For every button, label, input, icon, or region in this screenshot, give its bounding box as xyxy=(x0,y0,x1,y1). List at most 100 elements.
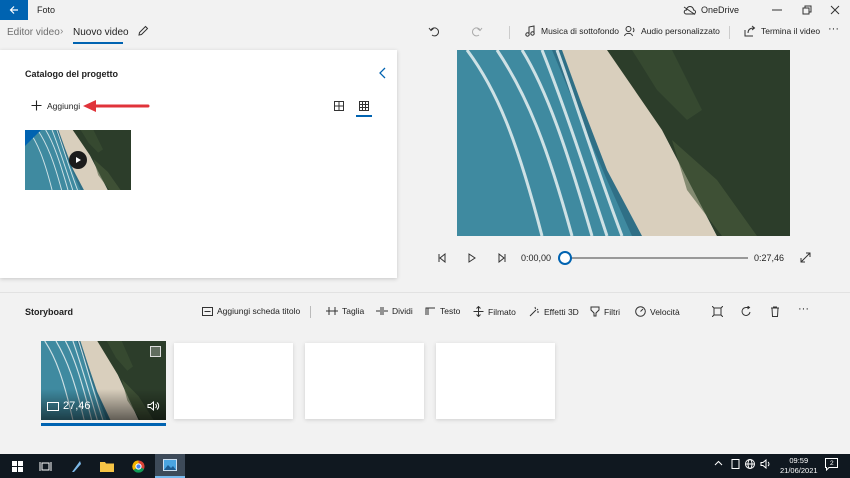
add-media-label: Aggiungi xyxy=(47,100,81,111)
video-preview[interactable] xyxy=(457,50,790,236)
taskbar: 09:59 21/06/2021 2 xyxy=(0,454,850,478)
clip-selected-indicator xyxy=(41,423,166,426)
filters-label: Filtri xyxy=(604,306,621,317)
more-options-button[interactable]: ··· xyxy=(828,23,839,35)
player-controls: 0:00,00 0:27,46 xyxy=(430,248,820,268)
motion-icon xyxy=(473,306,484,317)
expand-icon xyxy=(800,252,811,263)
fullscreen-button[interactable] xyxy=(800,252,811,265)
grid-large-icon xyxy=(334,101,344,111)
previous-frame-button[interactable] xyxy=(437,252,447,265)
folder-icon xyxy=(100,461,114,472)
play-button[interactable] xyxy=(467,253,477,265)
storyboard-clip[interactable]: 27,46 xyxy=(41,341,166,420)
clip-select-checkbox[interactable] xyxy=(150,346,161,357)
delete-button[interactable] xyxy=(770,306,780,317)
title-card-icon xyxy=(202,306,213,316)
background-music-button[interactable]: Musica di sottofondo xyxy=(524,25,619,37)
seek-bar[interactable] xyxy=(565,257,748,259)
small-grid-view-button[interactable] xyxy=(359,101,369,113)
sparkle-icon xyxy=(529,306,539,317)
custom-audio-button[interactable]: Audio personalizzato xyxy=(624,25,720,37)
person-audio-icon xyxy=(624,26,635,37)
taskbar-app-notes[interactable] xyxy=(61,456,91,476)
clip-duration: 27,46 xyxy=(47,400,91,412)
clip-volume-button[interactable] xyxy=(147,400,160,414)
tray-network-globe-icon[interactable] xyxy=(745,459,755,471)
redo-button[interactable] xyxy=(471,25,483,37)
large-grid-view-button[interactable] xyxy=(334,101,344,113)
play-icon xyxy=(468,253,476,263)
split-icon xyxy=(376,307,388,315)
3d-effects-label: Effetti 3D xyxy=(544,306,579,317)
3d-effects-button[interactable]: Effetti 3D xyxy=(529,306,579,317)
breadcrumb-video-editor[interactable]: Editor video xyxy=(7,27,60,38)
split-label: Dividi xyxy=(392,306,413,316)
cloud-off-icon xyxy=(683,5,696,15)
speed-button[interactable]: Velocità xyxy=(635,306,680,317)
close-button[interactable] xyxy=(820,0,850,20)
taskbar-file-explorer[interactable] xyxy=(92,456,122,476)
restore-button[interactable] xyxy=(792,0,822,20)
text-label: Testo xyxy=(440,306,461,316)
step-forward-icon xyxy=(498,252,506,264)
resize-button[interactable] xyxy=(712,306,723,317)
task-view-button[interactable] xyxy=(30,456,60,476)
breadcrumb-current-project[interactable]: Nuovo video xyxy=(73,27,129,38)
add-media-button[interactable]: Aggiungi xyxy=(31,100,80,111)
app-title: Foto xyxy=(37,5,56,15)
motion-label: Filmato xyxy=(488,306,516,317)
task-view-icon xyxy=(39,461,51,471)
redo-icon xyxy=(472,27,483,37)
storyboard-more-button[interactable]: ··· xyxy=(798,303,809,315)
taskbar-chrome[interactable] xyxy=(123,456,153,476)
active-view-indicator xyxy=(356,115,372,117)
text-button[interactable]: Testo xyxy=(425,306,460,316)
onedrive-status[interactable]: OneDrive xyxy=(683,5,739,15)
finish-video-label: Termina il video xyxy=(761,26,821,36)
tray-clock[interactable]: 09:59 21/06/2021 xyxy=(780,456,818,476)
tray-device-icon[interactable] xyxy=(731,459,740,471)
tray-volume-icon[interactable] xyxy=(760,458,771,471)
action-center-button[interactable]: 2 xyxy=(825,458,838,473)
video-frame-icon xyxy=(47,401,59,411)
close-icon xyxy=(830,5,840,15)
total-time: 0:27,46 xyxy=(754,253,785,263)
tray-chevron-up-icon[interactable] xyxy=(714,459,723,470)
chevron-left-icon xyxy=(379,67,386,79)
red-arrow-annotation xyxy=(83,100,150,112)
minimize-button[interactable] xyxy=(762,0,792,20)
back-arrow-icon xyxy=(9,6,18,14)
undo-button[interactable] xyxy=(428,25,440,37)
storyboard-title: Storyboard xyxy=(25,307,74,317)
collapse-library-button[interactable] xyxy=(378,67,388,81)
seek-thumb[interactable] xyxy=(558,251,572,265)
start-button[interactable] xyxy=(2,456,32,476)
finish-video-button[interactable]: Termina il video xyxy=(744,25,820,37)
export-icon xyxy=(744,25,756,37)
back-button[interactable] xyxy=(0,0,28,20)
split-button[interactable]: Dividi xyxy=(376,306,413,316)
restore-icon xyxy=(802,5,812,15)
library-video-thumbnail[interactable] xyxy=(25,130,131,190)
filters-button[interactable]: Filtri xyxy=(590,306,620,317)
step-back-icon xyxy=(438,252,446,264)
added-corner-icon xyxy=(25,130,41,146)
rename-button[interactable] xyxy=(137,25,149,39)
storyboard-empty-slot xyxy=(174,343,293,419)
breadcrumb-separator: › xyxy=(60,26,64,37)
plus-icon xyxy=(31,100,42,111)
photos-app-icon xyxy=(163,459,177,471)
project-library-panel: Catalogo del progetto Aggiungi xyxy=(0,50,397,278)
toolbar-divider-2 xyxy=(729,26,730,39)
custom-audio-label: Audio personalizzato xyxy=(641,26,720,36)
add-title-card-button[interactable]: Aggiungi scheda titolo xyxy=(202,306,300,316)
storyboard-divider xyxy=(310,306,311,318)
next-frame-button[interactable] xyxy=(497,252,507,265)
trim-button[interactable]: Taglia xyxy=(326,306,364,316)
rotate-button[interactable] xyxy=(741,306,752,317)
feather-app-icon xyxy=(72,460,81,472)
filter-icon xyxy=(590,306,600,317)
taskbar-photos-app[interactable] xyxy=(155,454,185,478)
motion-button[interactable]: Filmato xyxy=(473,306,516,317)
